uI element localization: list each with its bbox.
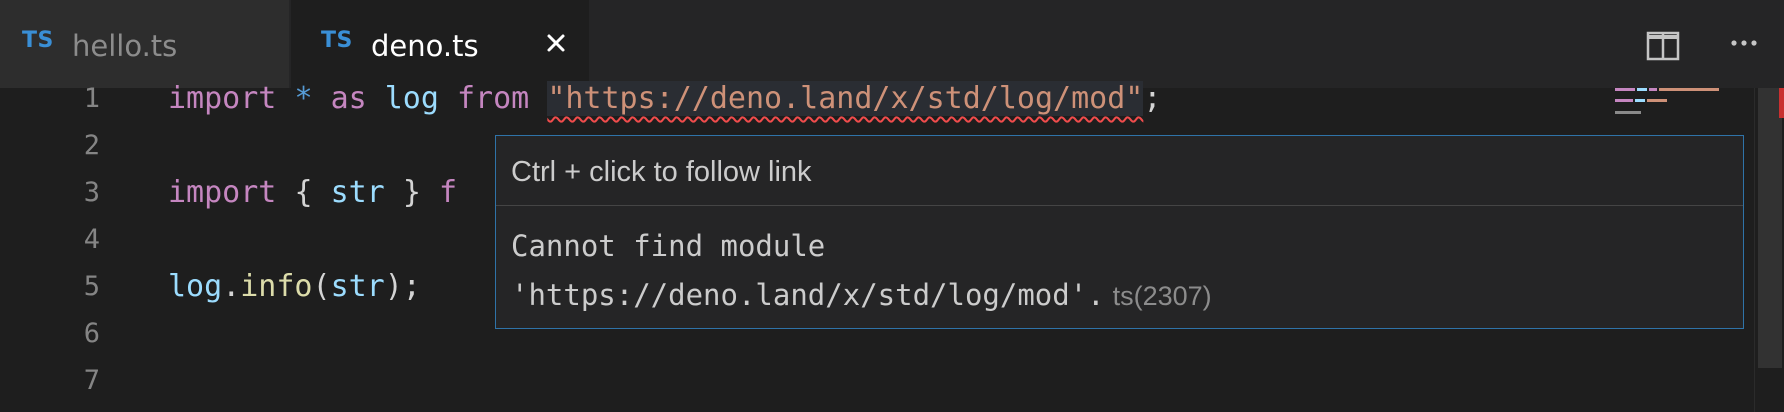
- code-token: f: [438, 175, 457, 210]
- error-code: ts(2307): [1112, 281, 1212, 311]
- line-number: 4: [83, 224, 100, 255]
- line-number: 5: [83, 271, 100, 302]
- minimap-token: [1649, 88, 1657, 91]
- error-message-line: 'https://deno.land/x/std/log/mod'. ts(230…: [511, 271, 1212, 321]
- code-text: import { str } f: [168, 169, 457, 216]
- line-number: 1: [83, 83, 100, 114]
- tab-label: hello.ts: [72, 29, 178, 63]
- follow-link-hint[interactable]: Ctrl + click to follow link: [511, 154, 812, 190]
- code-token: (: [312, 269, 331, 304]
- code-token: log: [168, 269, 223, 304]
- hover-divider: [496, 205, 1743, 206]
- code-line[interactable]: 7: [0, 357, 1600, 404]
- editor-window: TS hello.ts TS deno.ts 1 import * as log…: [0, 0, 1784, 412]
- error-message: Cannot find module 'https://deno.land/x/…: [511, 222, 1212, 321]
- code-text: import * as log from "https://deno.land/…: [168, 75, 1161, 122]
- code-text: log.info(str);: [168, 263, 421, 310]
- line-number: 7: [83, 365, 100, 396]
- typescript-icon: TS: [22, 28, 54, 53]
- module-path: 'https://deno.land/x/std/log/mod'.: [511, 278, 1105, 312]
- code-token: str: [330, 175, 385, 210]
- code-token: import: [168, 81, 277, 116]
- code-token: import: [168, 175, 277, 210]
- close-icon[interactable]: [539, 26, 573, 60]
- more-actions-icon[interactable]: [1726, 26, 1766, 66]
- code-token: log: [384, 81, 439, 116]
- minimap-token: [1615, 111, 1641, 114]
- code-token: .: [222, 269, 241, 304]
- tab-label: deno.ts: [371, 29, 479, 63]
- minimap-token: [1647, 99, 1667, 102]
- error-message-line: Cannot find module: [511, 229, 826, 263]
- code-token: {: [294, 175, 313, 210]
- scroll-thumb[interactable]: [1758, 88, 1782, 368]
- typescript-icon: TS: [321, 28, 353, 53]
- code-token: info: [240, 269, 313, 304]
- code-token: from: [457, 81, 530, 116]
- code-line[interactable]: 1 import * as log from "https://deno.land…: [0, 75, 1600, 122]
- code-token: *: [294, 81, 313, 116]
- line-number: 6: [83, 318, 100, 349]
- hover-tooltip: Ctrl + click to follow link Cannot find …: [495, 135, 1744, 329]
- minimap-token: [1659, 88, 1719, 91]
- import-url-token[interactable]: "https://deno.land/x/std/log/mod": [547, 81, 1144, 116]
- code-token: );: [384, 269, 421, 304]
- vertical-scrollbar[interactable]: [1754, 88, 1784, 412]
- code-token: as: [330, 81, 367, 116]
- minimap-token: [1615, 99, 1633, 102]
- split-editor-icon[interactable]: [1644, 26, 1684, 66]
- minimap-token: [1615, 88, 1635, 91]
- minimap-token: [1637, 88, 1647, 91]
- code-token: }: [402, 175, 421, 210]
- line-number: 3: [83, 177, 100, 208]
- code-token: ;: [1143, 81, 1162, 116]
- line-number: 2: [83, 130, 100, 161]
- minimap-token: [1635, 99, 1645, 102]
- code-token: str: [330, 269, 385, 304]
- error-marker: [1779, 88, 1784, 118]
